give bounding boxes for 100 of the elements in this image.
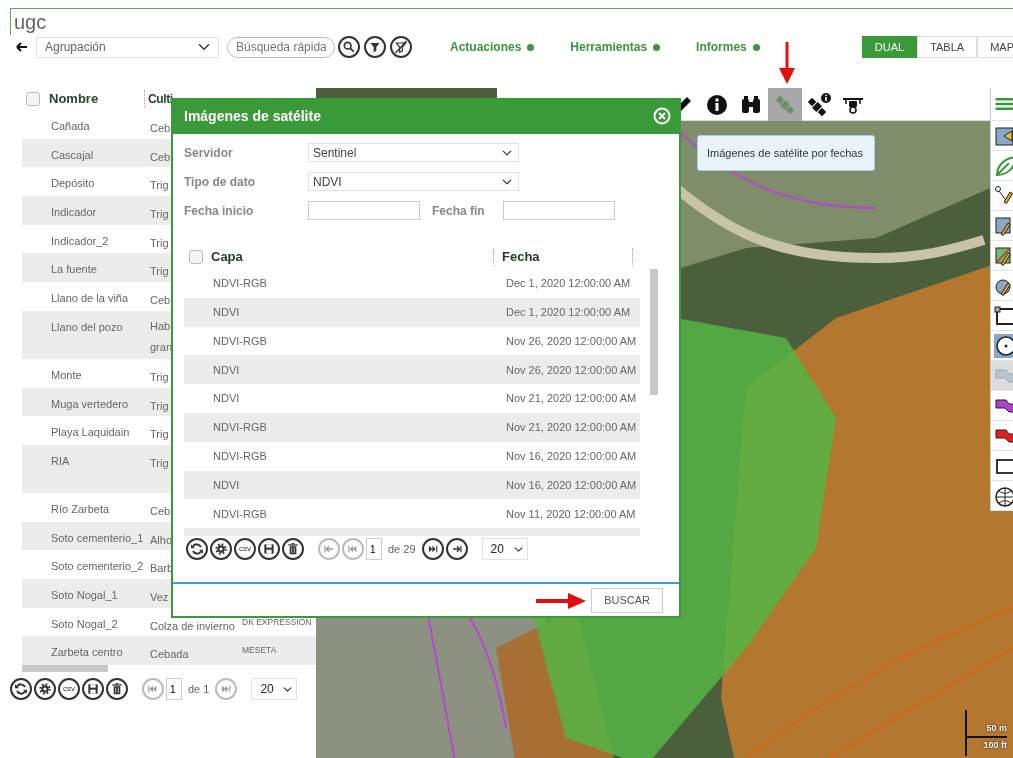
- table-cell-text: NDVI-RGB: [212, 333, 268, 349]
- table-cell-text: Nov 26, 2020 12:00:00 AM: [506, 333, 638, 349]
- column-header: Culti: [148, 92, 173, 106]
- trash-icon: [109, 681, 125, 697]
- table-cell-text: Ceb: [150, 121, 171, 136]
- table-cell-text: NDVI-RGB: [212, 276, 268, 292]
- save-button[interactable]: [82, 678, 104, 700]
- page-number-field[interactable]: 1: [166, 678, 182, 700]
- table-cell-text: NDVI-RGB: [212, 420, 268, 436]
- scale-label: 100 ft: [982, 739, 1007, 750]
- search-button[interactable]: BUSCAR: [591, 587, 663, 613]
- back-arrow-icon[interactable]: [16, 42, 28, 52]
- table-cell-text: Soto Nogal_1: [50, 587, 119, 603]
- table-cell-text: Trig: [150, 178, 169, 194]
- last-page-button[interactable]: [445, 538, 468, 560]
- status-dot: [653, 43, 661, 51]
- table-cell-text: Trig: [150, 398, 169, 414]
- delete-button[interactable]: [282, 538, 304, 560]
- refresh-icon: [13, 681, 29, 697]
- table-cell-text: NDVI: [212, 477, 241, 493]
- page-count: de 1: [187, 681, 211, 697]
- date-field[interactable]: [503, 201, 615, 220]
- table-cell-text: Monte: [50, 367, 83, 383]
- table-cell-text: Dec 1, 2020 12:00:00 AM: [506, 304, 632, 320]
- table-cell-text: Nov 11, 2020 12:00:00 AM: [506, 506, 637, 522]
- refresh-button[interactable]: [10, 678, 32, 700]
- select-all-checkbox[interactable]: [26, 92, 40, 106]
- gear-icon: [213, 541, 229, 557]
- table-cell-text: Alho: [150, 532, 173, 548]
- save-button[interactable]: [258, 538, 280, 560]
- leaf-icon: [994, 153, 1013, 178]
- app-title: ugc: [10, 8, 1013, 35]
- table-cell-text: NDVI-RGB: [212, 506, 268, 522]
- field-label: Fecha inicio: [184, 202, 255, 220]
- table-cell-text: Dec 1, 2020 12:00:00 AM: [506, 276, 632, 292]
- menu-link[interactable]: Informes: [696, 38, 760, 56]
- search-button[interactable]: [338, 36, 360, 58]
- close-icon[interactable]: [653, 107, 671, 125]
- table-cell-text: Trig: [150, 455, 169, 471]
- table-cell-text: NDVI: [212, 304, 241, 320]
- view-tab[interactable]: TABLA: [917, 36, 978, 58]
- page-number-field[interactable]: 1: [366, 538, 382, 560]
- table-cell-text: Nov 21, 2020 12:00:00 AM: [506, 391, 638, 407]
- date-field[interactable]: [308, 201, 420, 220]
- circle-tool-button[interactable]: [991, 331, 1013, 361]
- view-tab[interactable]: DUAL: [861, 36, 918, 58]
- settings-button[interactable]: [210, 538, 232, 560]
- table-cell-text: Nov 16, 2020 12:00:00 AM: [506, 477, 638, 493]
- horizontal-scrollbar[interactable]: [22, 665, 108, 672]
- tooltip: Imágenes de satélite por fechas: [697, 135, 875, 171]
- settings-button[interactable]: [34, 678, 56, 700]
- refresh-button[interactable]: [186, 538, 208, 560]
- square-corner-icon: [994, 303, 1013, 328]
- view-tab[interactable]: MAP: [977, 36, 1013, 58]
- export-csv-button[interactable]: csv: [234, 538, 256, 560]
- vertical-scrollbar[interactable]: [650, 269, 658, 395]
- table-cell-text: NDVI: [212, 391, 241, 407]
- page-size-select[interactable]: 20: [481, 538, 528, 560]
- clear-filter-button[interactable]: [390, 36, 412, 58]
- menu-link[interactable]: Herramientas: [570, 38, 661, 56]
- table-cell-text: Depósito: [50, 176, 96, 192]
- column-header: Capa: [211, 248, 243, 267]
- search-icon: [341, 39, 357, 55]
- dropdown[interactable]: Sentinel: [308, 143, 519, 162]
- table-cell-text: Trig: [150, 207, 169, 223]
- pointer-arrow: [536, 593, 586, 609]
- table-cell-text: Playa Laquidain: [50, 425, 131, 441]
- filter-button[interactable]: [364, 36, 386, 58]
- select-all-checkbox[interactable]: [189, 250, 203, 264]
- table-cell-text: Trig: [150, 264, 169, 280]
- table-cell-text: Trig: [150, 427, 169, 443]
- table-cell-text: Cebada: [150, 647, 189, 663]
- next-page-button[interactable]: [421, 538, 444, 560]
- table-cell-text: Nov 21, 2020 12:00:00 AM: [506, 420, 638, 436]
- menu-link[interactable]: Actuaciones: [450, 38, 535, 56]
- status-dot: [527, 43, 535, 51]
- table-cell-text: Ceb: [150, 503, 171, 519]
- table-cell-text: Llano de la viña: [50, 291, 130, 307]
- grouping-select[interactable]: Agrupación: [36, 36, 219, 58]
- table-cell-text: MESETA: [242, 644, 277, 658]
- table-cell-text: Trig: [150, 369, 169, 385]
- delete-button[interactable]: [106, 678, 128, 700]
- table-cell-text: Llano del pozo: [50, 319, 124, 335]
- filter-off-icon: [393, 39, 409, 55]
- field-label: Servidor: [184, 144, 234, 162]
- table-cell-text: Río Zarbeta: [50, 501, 111, 517]
- table-cell-text: Nov 16, 2020 12:00:00 AM: [506, 448, 638, 464]
- table-cell-text: RIA: [50, 453, 71, 469]
- refresh-icon: [189, 541, 205, 557]
- quick-search-field[interactable]: Búsqueda rápida: [227, 36, 335, 58]
- dialog-title: Imágenes de satélite: [184, 106, 321, 126]
- table-cell-text: Ceb: [150, 149, 171, 165]
- dropdown[interactable]: NDVI: [308, 172, 519, 191]
- table-cell-text: Nov 26, 2020 12:00:00 AM: [506, 362, 638, 378]
- table-cell-text: Soto cementerio_1: [50, 530, 145, 546]
- page-size-select[interactable]: 20: [251, 678, 298, 700]
- gear-icon: [37, 681, 53, 697]
- table-cell-text: DK EXPRESSION: [242, 615, 312, 629]
- trash-icon: [285, 541, 301, 557]
- export-csv-button[interactable]: csv: [58, 678, 80, 700]
